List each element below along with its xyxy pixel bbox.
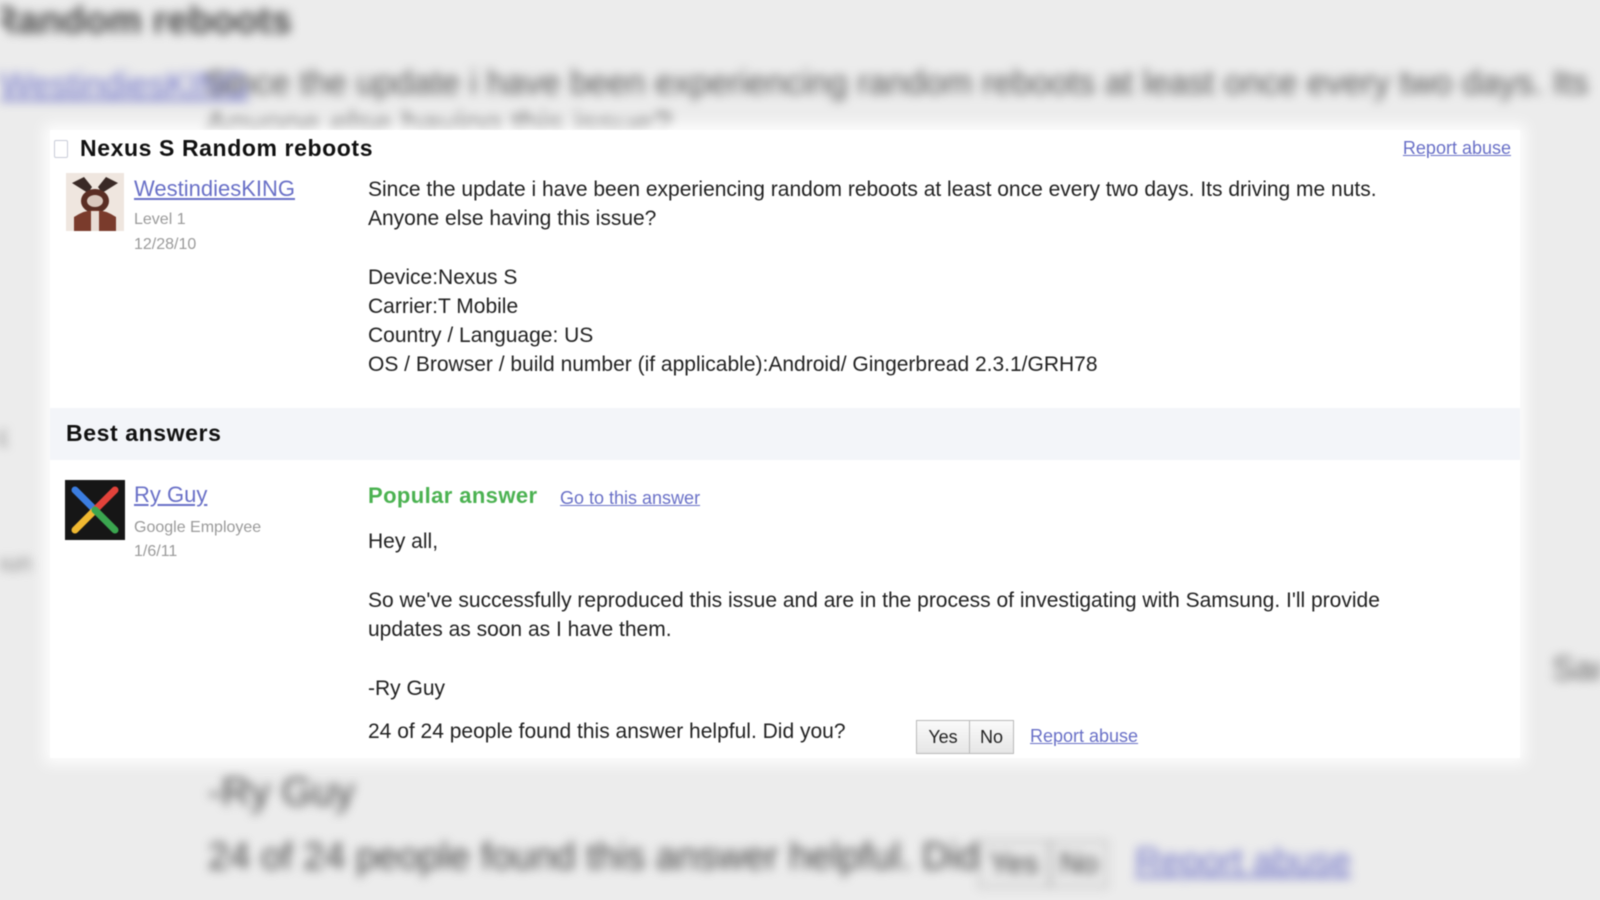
background-helpful-text: 24 of 24 people found this answer helpfu… bbox=[208, 836, 1073, 878]
background-signature: -Ry Guy bbox=[208, 770, 355, 814]
author-link[interactable]: WestindiesKING bbox=[134, 176, 295, 202]
post-body-line: Carrier:T Mobile bbox=[368, 295, 519, 318]
thread-title: Nexus S Random reboots bbox=[80, 135, 374, 161]
background-report-link: Report abuse bbox=[1135, 840, 1352, 881]
report-abuse-link[interactable]: Report abuse bbox=[1403, 138, 1511, 159]
author-role: Google Employee bbox=[134, 519, 262, 536]
vote-yes-button[interactable]: Yes bbox=[916, 720, 970, 754]
user-avatar-icon bbox=[66, 173, 124, 231]
vote-no-button[interactable]: No bbox=[970, 720, 1014, 754]
post-body-line: Device:Nexus S bbox=[368, 266, 518, 289]
background-thread-title: Random reboots bbox=[0, 0, 292, 42]
post-body-line: Country / Language: US bbox=[368, 324, 594, 347]
avatar[interactable] bbox=[65, 480, 125, 540]
star-icon[interactable] bbox=[54, 140, 68, 158]
helpful-count-text: 24 of 24 people found this answer helpfu… bbox=[368, 720, 846, 743]
background-side-text: Sam bbox=[1552, 650, 1600, 688]
answer-date: 1/6/11 bbox=[134, 543, 178, 560]
go-to-answer-link[interactable]: Go to this answer bbox=[560, 488, 700, 509]
background-yes-button: Yes bbox=[978, 840, 1050, 888]
answer-body-line: So we've successfully reproduced this is… bbox=[368, 589, 1380, 612]
post-body-line: Since the update i have been experiencin… bbox=[368, 178, 1377, 201]
nexus-x-logo-icon bbox=[65, 480, 125, 540]
post-date: 12/28/10 bbox=[134, 236, 197, 253]
answer-signature: -Ry Guy bbox=[368, 677, 446, 700]
answer-author-link[interactable]: Ry Guy bbox=[134, 482, 207, 508]
background-side-text: oun bbox=[0, 550, 33, 577]
forum-thread-panel: Nexus S Random reboots Report abuse West… bbox=[50, 130, 1520, 758]
background-no-button: No bbox=[1050, 840, 1108, 888]
best-answers-title: Best answers bbox=[66, 420, 222, 446]
report-abuse-link[interactable]: Report abuse bbox=[1030, 726, 1138, 747]
best-answers-header: Best answers bbox=[50, 408, 1520, 460]
background-post-line: Since the update i have been experiencin… bbox=[205, 64, 1589, 102]
background-side-text: k bbox=[0, 420, 7, 454]
post-body-line: Anyone else having this issue? bbox=[368, 207, 657, 230]
answer-body-line: Hey all, bbox=[368, 530, 439, 553]
post-body-line: OS / Browser / build number (if applicab… bbox=[368, 353, 1098, 376]
author-level: Level 1 bbox=[134, 211, 186, 228]
avatar[interactable] bbox=[66, 173, 124, 231]
popular-answer-badge: Popular answer bbox=[368, 483, 538, 508]
answer-body-line: updates as soon as I have them. bbox=[368, 618, 672, 641]
